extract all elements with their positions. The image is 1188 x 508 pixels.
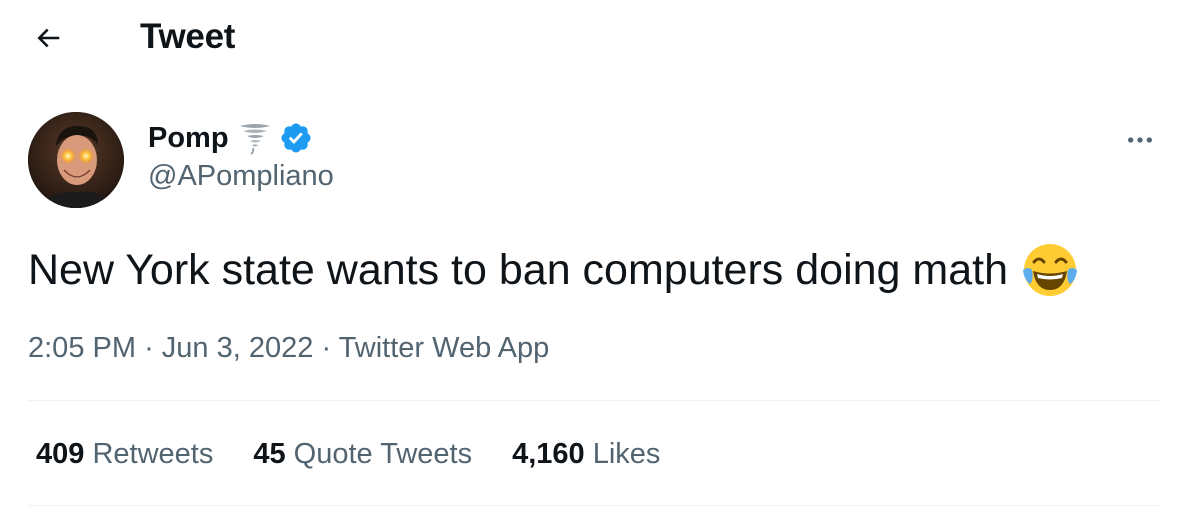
face-with-tears-of-joy-icon: [1020, 240, 1080, 300]
retweets-count: 409: [36, 438, 85, 470]
more-horizontal-icon: [1128, 137, 1152, 143]
retweets-label: Retweets: [92, 438, 214, 470]
tweet-body: New York state wants to ban computers do…: [28, 240, 1080, 300]
page-title: Tweet: [140, 17, 236, 56]
tweet-time[interactable]: 2:05 PM: [28, 332, 136, 364]
author-block: Pomp @APompliano: [148, 118, 334, 194]
meta-separator: ·: [321, 332, 332, 364]
verified-badge-icon: [279, 121, 313, 155]
tornado-icon: [237, 120, 273, 156]
arrow-left-icon: [37, 28, 60, 48]
top-bar: Tweet: [0, 0, 1188, 76]
display-name[interactable]: Pomp: [148, 120, 229, 156]
tweet-date[interactable]: Jun 3, 2022: [162, 332, 314, 364]
retweets-stat[interactable]: 409 Retweets: [36, 434, 213, 474]
engagement-stats: 409 Retweets 45 Quote Tweets 4,160 Likes: [36, 434, 700, 474]
likes-stat[interactable]: 4,160 Likes: [512, 434, 660, 474]
more-options-button[interactable]: [1118, 118, 1162, 162]
quote-tweets-stat[interactable]: 45 Quote Tweets: [253, 434, 472, 474]
likes-count: 4,160: [512, 438, 585, 470]
tweet-source[interactable]: Twitter Web App: [339, 332, 550, 364]
divider: [28, 505, 1160, 506]
divider: [28, 400, 1160, 401]
quote-tweets-count: 45: [253, 438, 286, 470]
back-button[interactable]: [26, 16, 70, 60]
user-handle[interactable]: @APompliano: [148, 158, 334, 194]
likes-label: Likes: [592, 438, 661, 470]
avatar[interactable]: [28, 112, 124, 208]
tweet-text: New York state wants to ban computers do…: [28, 246, 1008, 294]
tweet-metadata: 2:05 PM · Jun 3, 2022 · Twitter Web App: [28, 328, 549, 368]
name-row: Pomp: [148, 118, 334, 158]
meta-separator: ·: [144, 332, 154, 364]
quote-tweets-label: Quote Tweets: [293, 438, 473, 470]
